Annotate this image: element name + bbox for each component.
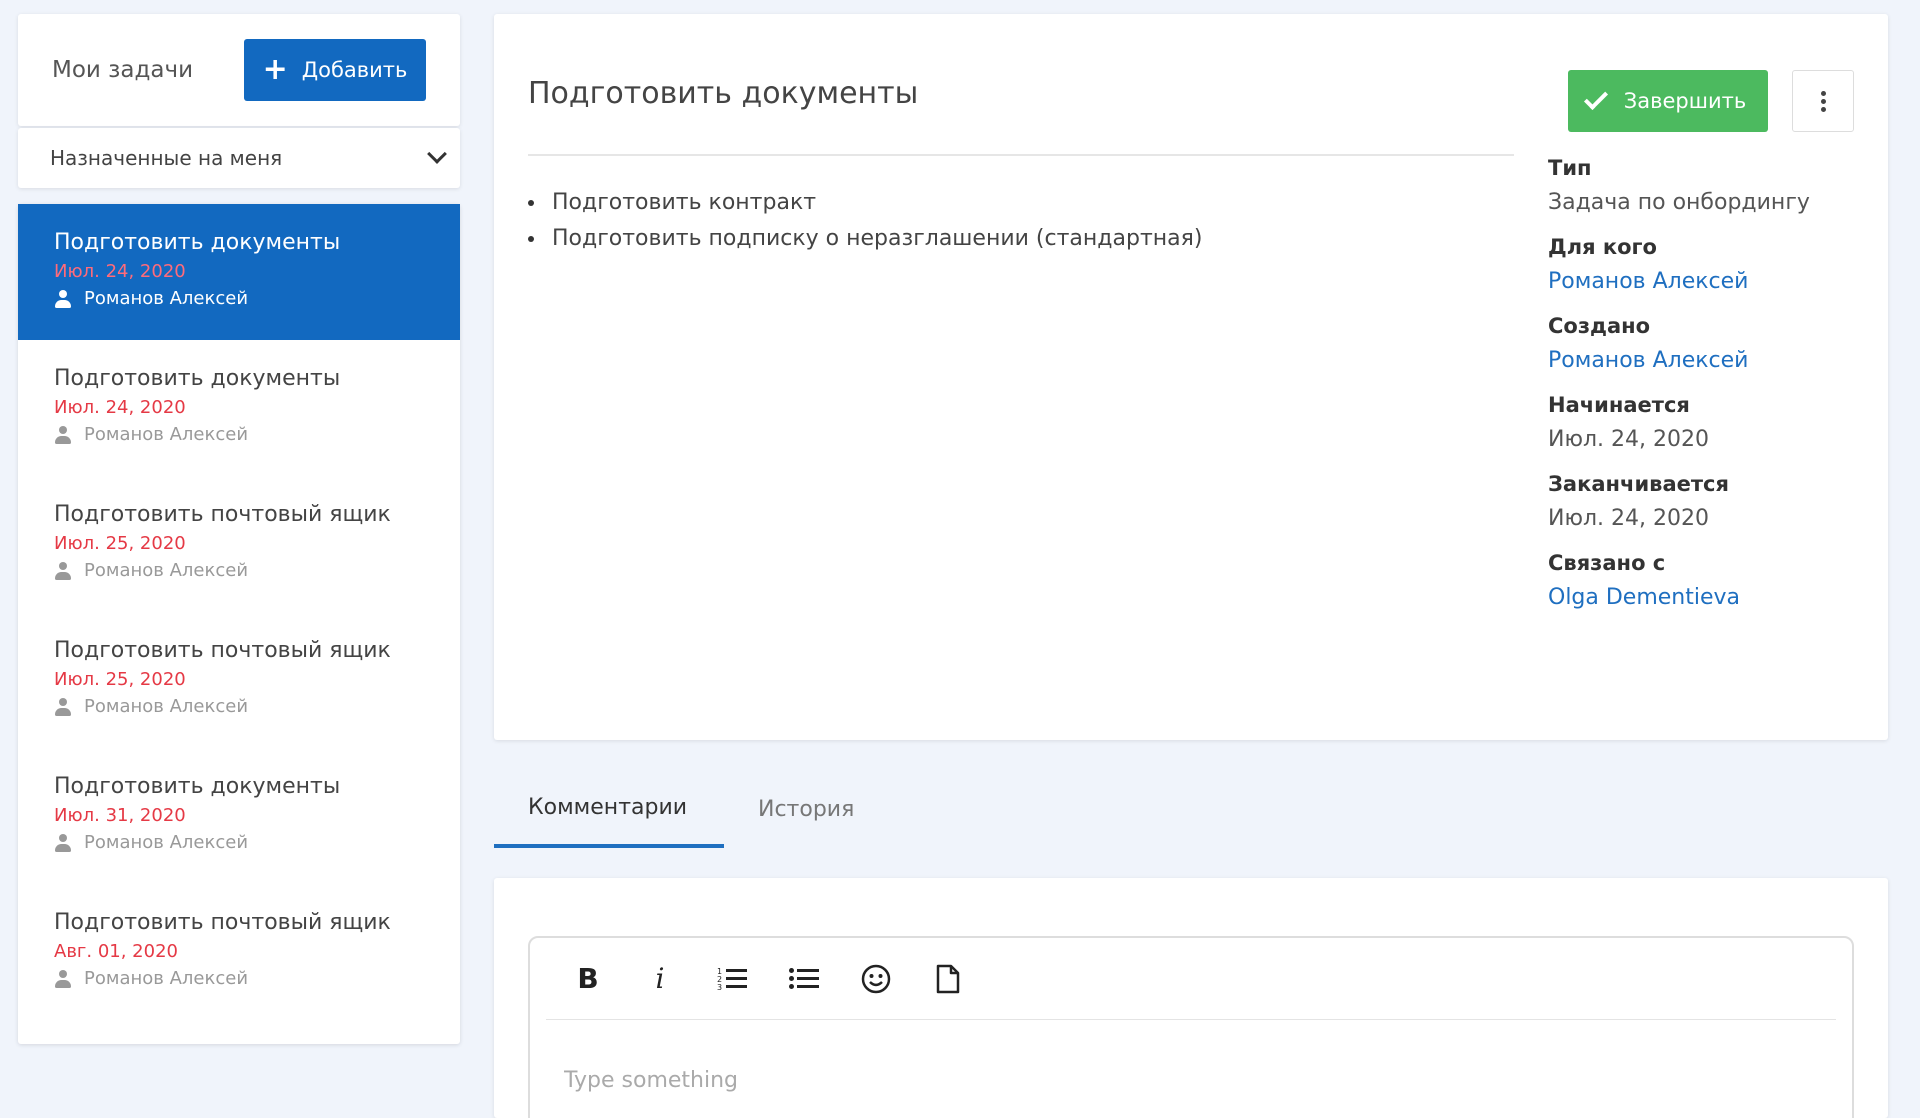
task-list-item[interactable]: Подготовить почтовый ящик Июл. 25, 2020 …: [18, 612, 460, 748]
task-assignee-name: Романов Алексей: [84, 288, 249, 309]
chevron-down-icon: [427, 144, 447, 164]
user-icon: [54, 561, 72, 580]
task-list-item[interactable]: Подготовить документы Июл. 31, 2020 Рома…: [18, 748, 460, 884]
user-icon: [54, 697, 72, 716]
task-list-item[interactable]: Подготовить документы Июл. 24, 2020 Рома…: [18, 340, 460, 476]
comment-input[interactable]: [564, 1060, 1764, 1100]
emoji-button[interactable]: [860, 963, 892, 995]
task-title: Подготовить документы: [54, 774, 341, 799]
task-assignee-name: Романов Алексей: [84, 968, 249, 989]
task-title: Подготовить почтовый ящик: [54, 638, 391, 663]
add-task-button[interactable]: + Добавить: [244, 39, 426, 101]
bold-button[interactable]: B: [572, 962, 604, 995]
more-options-button[interactable]: [1792, 70, 1854, 132]
task-list-item[interactable]: Подготовить почтовый ящик Июл. 25, 2020 …: [18, 476, 460, 612]
task-title: Подготовить почтовый ящик: [54, 910, 391, 935]
task-assignee-name: Романов Алексей: [84, 424, 249, 445]
task-assignee: Романов Алексей: [54, 832, 426, 853]
meta-link-related[interactable]: Olga Dementieva: [1548, 585, 1810, 610]
bold-icon: B: [577, 962, 599, 995]
bullet-list-icon: [789, 967, 819, 989]
meta-value: Июл. 24, 2020: [1548, 506, 1709, 531]
task-date: Июл. 25, 2020: [54, 669, 186, 690]
meta-starts: Начинается Июл. 24, 2020: [1548, 393, 1810, 452]
task-assignee: Романов Алексей: [54, 560, 426, 581]
user-icon: [54, 833, 72, 852]
title-divider: [528, 154, 1514, 156]
comment-card: B i 1 2 3: [494, 878, 1888, 1118]
task-detail-title: Подготовить документы: [528, 76, 919, 111]
filter-selected-value: Назначенные на меня: [50, 146, 283, 170]
comment-editor: B i 1 2 3: [528, 936, 1854, 1118]
meta-related-to: Связано с Olga Dementieva: [1548, 551, 1810, 610]
meta-for-whom: Для кого Романов Алексей: [1548, 235, 1810, 294]
meta-label: Заканчивается: [1548, 472, 1729, 496]
editor-toolbar: B i 1 2 3: [546, 938, 1836, 1020]
task-meta: Тип Задача по онбордингу Для кого Романо…: [1548, 156, 1810, 630]
task-list-item[interactable]: Подготовить документы Июл. 24, 2020 Рома…: [18, 204, 460, 340]
task-assignee: Романов Алексей: [54, 424, 426, 445]
meta-type: Тип Задача по онбордингу: [1548, 156, 1810, 215]
task-detail-card: Подготовить документы Подготовить контра…: [494, 14, 1888, 740]
app: Мои задачи + Добавить Назначенные на мен…: [0, 0, 1920, 1118]
file-icon: [936, 964, 960, 993]
user-icon: [54, 289, 72, 308]
task-assignee: Романов Алексей: [54, 968, 426, 989]
checklist-item: Подготовить подписку о неразглашении (ст…: [528, 226, 1202, 251]
meta-label: Для кого: [1548, 235, 1657, 259]
meta-label: Начинается: [1548, 393, 1690, 417]
task-list-item[interactable]: Подготовить почтовый ящик Авг. 01, 2020 …: [18, 884, 460, 1020]
task-date: Июл. 25, 2020: [54, 533, 186, 554]
detail-tabs: Комментарии История: [494, 770, 888, 848]
task-date: Июл. 24, 2020: [54, 261, 186, 282]
meta-link-assignee[interactable]: Романов Алексей: [1548, 269, 1810, 294]
user-icon: [54, 425, 72, 444]
task-title: Подготовить документы: [54, 230, 341, 255]
tab-history[interactable]: История: [724, 770, 888, 848]
italic-icon: i: [655, 962, 665, 995]
complete-button-label: Завершить: [1623, 89, 1747, 113]
task-sidebar: Мои задачи + Добавить Назначенные на мен…: [18, 14, 460, 1044]
attach-file-button[interactable]: [932, 963, 964, 995]
tab-comments[interactable]: Комментарии: [494, 770, 724, 848]
task-title: Подготовить документы: [54, 366, 341, 391]
ordered-list-icon: 1 2 3: [717, 967, 747, 992]
task-assignee-name: Романов Алексей: [84, 560, 249, 581]
checkmark-icon: [1583, 85, 1608, 111]
task-assignee-name: Романов Алексей: [84, 832, 249, 853]
meta-label: Создано: [1548, 314, 1651, 338]
add-button-label: Добавить: [301, 58, 408, 82]
meta-label: Тип: [1548, 156, 1592, 180]
svg-text:3: 3: [717, 983, 722, 992]
task-assignee-name: Романов Алексей: [84, 696, 249, 717]
task-date: Июл. 24, 2020: [54, 397, 186, 418]
user-icon: [54, 969, 72, 988]
task-filter-select[interactable]: Назначенные на меня: [18, 128, 460, 188]
complete-task-button[interactable]: Завершить: [1568, 70, 1768, 132]
task-date: Июл. 31, 2020: [54, 805, 186, 826]
meta-created-by: Создано Романов Алексей: [1548, 314, 1810, 373]
task-title: Подготовить почтовый ящик: [54, 502, 391, 527]
task-assignee: Романов Алексей: [54, 288, 426, 309]
task-assignee: Романов Алексей: [54, 696, 426, 717]
meta-value: Задача по онбордингу: [1548, 190, 1810, 215]
task-date: Авг. 01, 2020: [54, 941, 178, 962]
my-tasks-title: Мои задачи: [52, 57, 194, 83]
kebab-menu-icon: [1820, 90, 1826, 112]
bullet-list-button[interactable]: [788, 963, 820, 995]
ordered-list-button[interactable]: 1 2 3: [716, 963, 748, 995]
meta-link-creator[interactable]: Романов Алексей: [1548, 348, 1810, 373]
plus-icon: +: [262, 52, 288, 87]
checklist-item: Подготовить контракт: [528, 190, 1202, 215]
task-list: Подготовить документы Июл. 24, 2020 Рома…: [18, 204, 460, 1044]
sidebar-header: Мои задачи + Добавить: [18, 14, 460, 126]
emoji-icon: [861, 964, 891, 993]
task-checklist: Подготовить контракт Подготовить подписк…: [528, 190, 1202, 262]
italic-button[interactable]: i: [644, 962, 676, 995]
meta-label: Связано с: [1548, 551, 1666, 575]
meta-value: Июл. 24, 2020: [1548, 427, 1709, 452]
meta-ends: Заканчивается Июл. 24, 2020: [1548, 472, 1810, 531]
